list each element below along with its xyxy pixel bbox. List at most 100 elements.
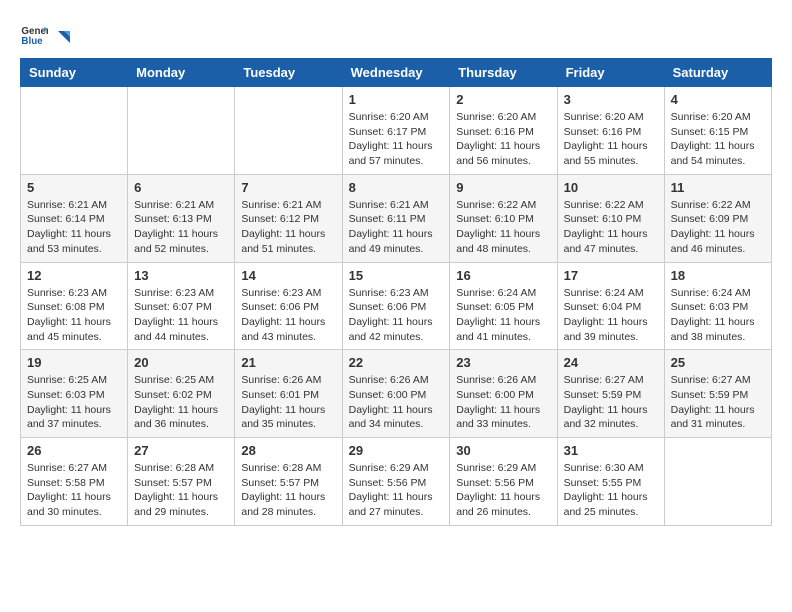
- logo: General Blue: [20, 20, 74, 48]
- calendar-cell: 10 Sunrise: 6:22 AM Sunset: 6:10 PM Dayli…: [557, 174, 664, 262]
- day-number: 8: [349, 180, 444, 195]
- calendar-cell: 3 Sunrise: 6:20 AM Sunset: 6:16 PM Daylig…: [557, 87, 664, 175]
- day-info: Sunrise: 6:24 AM Sunset: 6:03 PM Dayligh…: [671, 286, 765, 345]
- svg-text:Blue: Blue: [21, 36, 43, 47]
- calendar-table: SundayMondayTuesdayWednesdayThursdayFrid…: [20, 58, 772, 526]
- day-number: 31: [564, 443, 658, 458]
- day-number: 14: [241, 268, 335, 283]
- day-info: Sunrise: 6:28 AM Sunset: 5:57 PM Dayligh…: [134, 461, 228, 520]
- calendar-week-row: 26 Sunrise: 6:27 AM Sunset: 5:58 PM Dayli…: [21, 438, 772, 526]
- day-info: Sunrise: 6:29 AM Sunset: 5:56 PM Dayligh…: [349, 461, 444, 520]
- calendar-cell: 23 Sunrise: 6:26 AM Sunset: 6:00 PM Dayli…: [450, 350, 557, 438]
- day-info: Sunrise: 6:20 AM Sunset: 6:16 PM Dayligh…: [564, 110, 658, 169]
- calendar-cell: [21, 87, 128, 175]
- day-info: Sunrise: 6:21 AM Sunset: 6:14 PM Dayligh…: [27, 198, 121, 257]
- logo-icon: General Blue: [20, 20, 48, 48]
- day-number: 20: [134, 355, 228, 370]
- day-number: 22: [349, 355, 444, 370]
- calendar-cell: 9 Sunrise: 6:22 AM Sunset: 6:10 PM Daylig…: [450, 174, 557, 262]
- calendar-cell: 31 Sunrise: 6:30 AM Sunset: 5:55 PM Dayli…: [557, 438, 664, 526]
- day-number: 19: [27, 355, 121, 370]
- calendar-week-row: 19 Sunrise: 6:25 AM Sunset: 6:03 PM Dayli…: [21, 350, 772, 438]
- day-number: 24: [564, 355, 658, 370]
- calendar-header-wednesday: Wednesday: [342, 59, 450, 87]
- day-info: Sunrise: 6:26 AM Sunset: 6:00 PM Dayligh…: [456, 373, 550, 432]
- day-number: 28: [241, 443, 335, 458]
- day-info: Sunrise: 6:21 AM Sunset: 6:11 PM Dayligh…: [349, 198, 444, 257]
- calendar-header-thursday: Thursday: [450, 59, 557, 87]
- calendar-cell: 21 Sunrise: 6:26 AM Sunset: 6:01 PM Dayli…: [235, 350, 342, 438]
- day-info: Sunrise: 6:23 AM Sunset: 6:08 PM Dayligh…: [27, 286, 121, 345]
- calendar-cell: 2 Sunrise: 6:20 AM Sunset: 6:16 PM Daylig…: [450, 87, 557, 175]
- calendar-cell: 26 Sunrise: 6:27 AM Sunset: 5:58 PM Dayli…: [21, 438, 128, 526]
- calendar-header-monday: Monday: [128, 59, 235, 87]
- day-info: Sunrise: 6:29 AM Sunset: 5:56 PM Dayligh…: [456, 461, 550, 520]
- day-info: Sunrise: 6:30 AM Sunset: 5:55 PM Dayligh…: [564, 461, 658, 520]
- day-info: Sunrise: 6:24 AM Sunset: 6:04 PM Dayligh…: [564, 286, 658, 345]
- day-info: Sunrise: 6:27 AM Sunset: 5:59 PM Dayligh…: [671, 373, 765, 432]
- calendar-cell: 20 Sunrise: 6:25 AM Sunset: 6:02 PM Dayli…: [128, 350, 235, 438]
- day-info: Sunrise: 6:24 AM Sunset: 6:05 PM Dayligh…: [456, 286, 550, 345]
- calendar-cell: 18 Sunrise: 6:24 AM Sunset: 6:03 PM Dayli…: [664, 262, 771, 350]
- calendar-cell: [235, 87, 342, 175]
- day-number: 6: [134, 180, 228, 195]
- calendar-cell: 14Sunrise: 6:23 AM Sunset: 6:06 PM Dayli…: [235, 262, 342, 350]
- calendar-cell: 5 Sunrise: 6:21 AM Sunset: 6:14 PM Daylig…: [21, 174, 128, 262]
- calendar-cell: 22Sunrise: 6:26 AM Sunset: 6:00 PM Dayli…: [342, 350, 450, 438]
- day-number: 10: [564, 180, 658, 195]
- day-number: 5: [27, 180, 121, 195]
- day-info: Sunrise: 6:25 AM Sunset: 6:03 PM Dayligh…: [27, 373, 121, 432]
- calendar-cell: 6 Sunrise: 6:21 AM Sunset: 6:13 PM Daylig…: [128, 174, 235, 262]
- calendar-cell: 4Sunrise: 6:20 AM Sunset: 6:15 PM Daylig…: [664, 87, 771, 175]
- calendar-header-saturday: Saturday: [664, 59, 771, 87]
- day-info: Sunrise: 6:26 AM Sunset: 6:01 PM Dayligh…: [241, 373, 335, 432]
- calendar-week-row: 5 Sunrise: 6:21 AM Sunset: 6:14 PM Daylig…: [21, 174, 772, 262]
- header: General Blue: [20, 20, 772, 48]
- day-number: 9: [456, 180, 550, 195]
- day-number: 11: [671, 180, 765, 195]
- day-number: 16: [456, 268, 550, 283]
- calendar-header-tuesday: Tuesday: [235, 59, 342, 87]
- calendar-cell: 28Sunrise: 6:28 AM Sunset: 5:57 PM Dayli…: [235, 438, 342, 526]
- calendar-cell: 16 Sunrise: 6:24 AM Sunset: 6:05 PM Dayli…: [450, 262, 557, 350]
- day-info: Sunrise: 6:21 AM Sunset: 6:12 PM Dayligh…: [241, 198, 335, 257]
- calendar-cell: 24 Sunrise: 6:27 AM Sunset: 5:59 PM Dayli…: [557, 350, 664, 438]
- day-info: Sunrise: 6:25 AM Sunset: 6:02 PM Dayligh…: [134, 373, 228, 432]
- calendar-cell: 17Sunrise: 6:24 AM Sunset: 6:04 PM Dayli…: [557, 262, 664, 350]
- calendar-header-friday: Friday: [557, 59, 664, 87]
- day-number: 26: [27, 443, 121, 458]
- day-info: Sunrise: 6:20 AM Sunset: 6:17 PM Dayligh…: [349, 110, 444, 169]
- day-number: 13: [134, 268, 228, 283]
- calendar-cell: 7Sunrise: 6:21 AM Sunset: 6:12 PM Daylig…: [235, 174, 342, 262]
- calendar-cell: 25 Sunrise: 6:27 AM Sunset: 5:59 PM Dayli…: [664, 350, 771, 438]
- day-number: 23: [456, 355, 550, 370]
- day-number: 4: [671, 92, 765, 107]
- calendar-week-row: 1 Sunrise: 6:20 AM Sunset: 6:17 PM Daylig…: [21, 87, 772, 175]
- day-info: Sunrise: 6:22 AM Sunset: 6:10 PM Dayligh…: [564, 198, 658, 257]
- calendar-cell: [664, 438, 771, 526]
- day-number: 27: [134, 443, 228, 458]
- calendar-cell: 13Sunrise: 6:23 AM Sunset: 6:07 PM Dayli…: [128, 262, 235, 350]
- day-info: Sunrise: 6:22 AM Sunset: 6:09 PM Dayligh…: [671, 198, 765, 257]
- calendar-cell: 15 Sunrise: 6:23 AM Sunset: 6:06 PM Dayli…: [342, 262, 450, 350]
- day-info: Sunrise: 6:27 AM Sunset: 5:58 PM Dayligh…: [27, 461, 121, 520]
- calendar-cell: 12Sunrise: 6:23 AM Sunset: 6:08 PM Dayli…: [21, 262, 128, 350]
- day-number: 15: [349, 268, 444, 283]
- calendar-cell: 30Sunrise: 6:29 AM Sunset: 5:56 PM Dayli…: [450, 438, 557, 526]
- calendar-cell: 11 Sunrise: 6:22 AM Sunset: 6:09 PM Dayli…: [664, 174, 771, 262]
- day-number: 18: [671, 268, 765, 283]
- logo-arrow-icon: [54, 27, 74, 47]
- day-number: 2: [456, 92, 550, 107]
- day-number: 21: [241, 355, 335, 370]
- day-info: Sunrise: 6:20 AM Sunset: 6:16 PM Dayligh…: [456, 110, 550, 169]
- calendar-cell: 1 Sunrise: 6:20 AM Sunset: 6:17 PM Daylig…: [342, 87, 450, 175]
- day-info: Sunrise: 6:21 AM Sunset: 6:13 PM Dayligh…: [134, 198, 228, 257]
- day-number: 25: [671, 355, 765, 370]
- day-info: Sunrise: 6:23 AM Sunset: 6:06 PM Dayligh…: [349, 286, 444, 345]
- calendar-cell: 29Sunrise: 6:29 AM Sunset: 5:56 PM Dayli…: [342, 438, 450, 526]
- day-info: Sunrise: 6:22 AM Sunset: 6:10 PM Dayligh…: [456, 198, 550, 257]
- calendar-cell: [128, 87, 235, 175]
- day-info: Sunrise: 6:27 AM Sunset: 5:59 PM Dayligh…: [564, 373, 658, 432]
- day-number: 1: [349, 92, 444, 107]
- day-number: 3: [564, 92, 658, 107]
